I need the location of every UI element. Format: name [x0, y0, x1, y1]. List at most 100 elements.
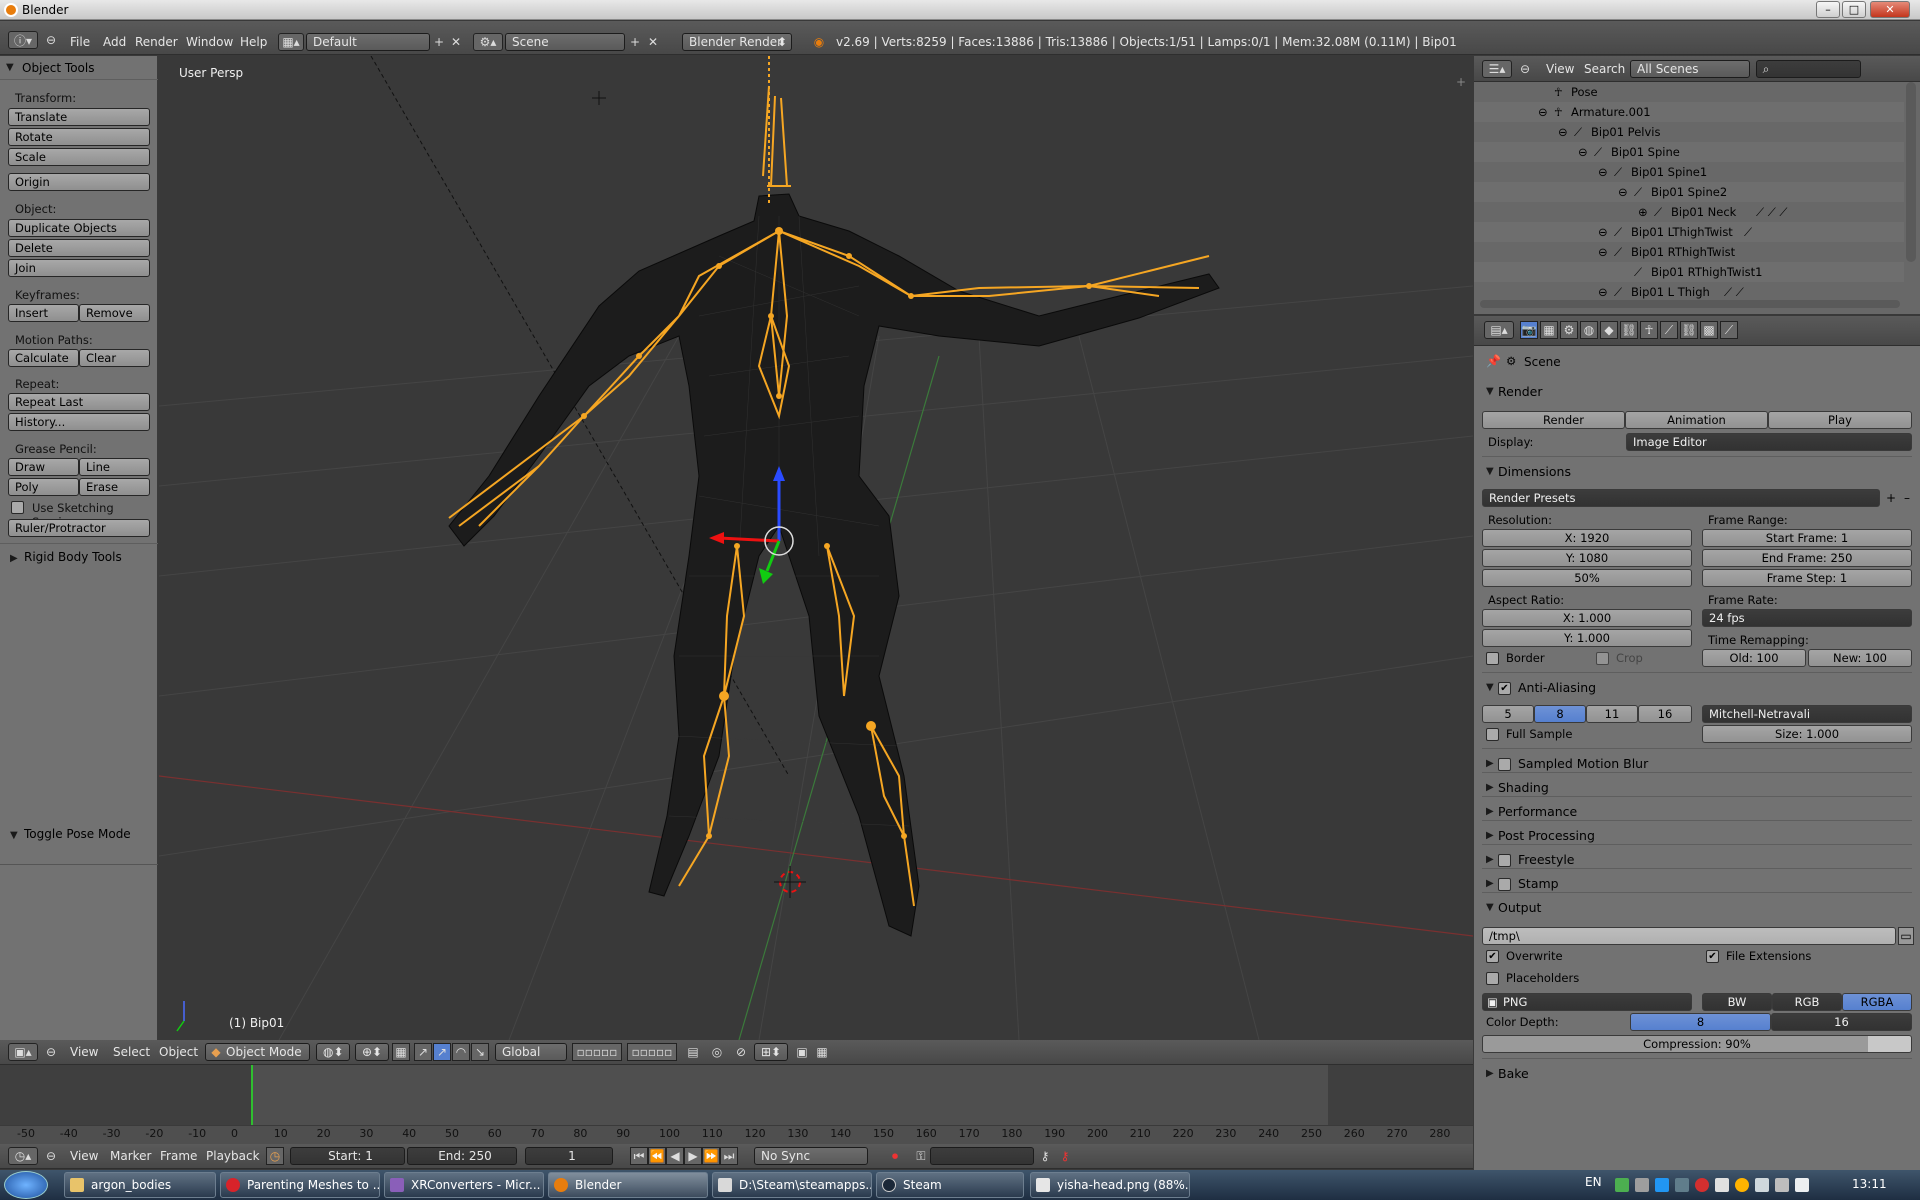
collapse-toggle-icon[interactable]: ⊖ — [1578, 145, 1588, 159]
freestyle-checkbox[interactable] — [1498, 854, 1511, 867]
bone-context-icon[interactable]: ⟋ — [1660, 321, 1678, 339]
calculate-button[interactable]: Calculate — [8, 349, 79, 367]
tray-tool-icon[interactable] — [1675, 1178, 1689, 1192]
collapse-menu-icon[interactable]: ⊖ — [44, 33, 58, 47]
jump-end-icon[interactable]: ⏭ — [720, 1147, 738, 1165]
expand-triangle-icon[interactable]: ▼ — [1486, 902, 1494, 913]
viewport-expand-icon[interactable]: + — [1455, 75, 1467, 89]
opengl-render-icon[interactable]: ▣ — [793, 1043, 811, 1061]
outliner-row[interactable]: ⊖ ⟋ Bip01 L Thigh ⟋ ⟋ — [1474, 282, 1904, 302]
dimensions-panel-header[interactable]: Dimensions — [1498, 464, 1571, 479]
editor-type-3d-icon[interactable]: ▣▴ — [8, 1043, 38, 1061]
render-engine-dropdown[interactable]: Blender Render ⬍ — [682, 33, 792, 51]
remove-scene-icon[interactable]: ✕ — [645, 33, 661, 51]
toggle-pose-mode-header[interactable]: Toggle Pose Mode — [24, 827, 131, 841]
placeholders-checkbox[interactable] — [1486, 972, 1499, 985]
editor-type-timeline-icon[interactable]: ◷▴ — [8, 1147, 38, 1165]
origin-button[interactable]: Origin — [8, 173, 150, 191]
outliner-row[interactable]: ⊖ ⟋ Bip01 Pelvis — [1474, 122, 1904, 142]
manipulator-toggle-icon[interactable]: ↗ — [414, 1043, 432, 1061]
expand-triangle-icon[interactable]: ▼ — [10, 830, 18, 841]
editor-type-outliner-icon[interactable]: ☰▴ — [1482, 60, 1512, 78]
keying-set-field[interactable] — [930, 1147, 1034, 1165]
menu-view[interactable]: View — [70, 1045, 98, 1059]
file-format-dropdown[interactable]: ▣ PNG — [1482, 993, 1692, 1011]
taskbar-item-steam[interactable]: Steam — [876, 1172, 1024, 1198]
collapsed-triangle-icon[interactable]: ▶ — [1486, 758, 1494, 769]
bake-header[interactable]: Bake — [1498, 1066, 1529, 1081]
collapsed-triangle-icon[interactable]: ▶ — [1486, 878, 1494, 889]
add-scene-icon[interactable]: + — [627, 33, 643, 51]
lock-layers-icon[interactable]: ▤ — [684, 1043, 702, 1061]
scale-button[interactable]: Scale — [8, 148, 150, 166]
menu-file[interactable]: File — [70, 35, 90, 49]
collapse-menu-icon[interactable]: ⊖ — [1518, 62, 1532, 76]
language-indicator[interactable]: EN — [1585, 1175, 1602, 1189]
compression-slider[interactable]: Compression: 90% — [1482, 1035, 1912, 1053]
remove-screen-icon[interactable]: ✕ — [448, 33, 464, 51]
crop-checkbox[interactable] — [1596, 652, 1609, 665]
taskbar-item-explorer[interactable]: D:\Steam\steamapps... — [712, 1172, 872, 1198]
start-button[interactable] — [4, 1171, 48, 1199]
screen-layout-field[interactable]: Default — [306, 33, 430, 51]
menu-select[interactable]: Select — [113, 1045, 150, 1059]
post-processing-header[interactable]: Post Processing — [1498, 828, 1595, 843]
resolution-x-field[interactable]: X: 1920 — [1482, 529, 1692, 547]
aspect-y-field[interactable]: Y: 1.000 — [1482, 629, 1692, 647]
scene-selector-icon[interactable]: ⚙▴ — [473, 33, 503, 51]
file-extensions-checkbox[interactable]: ✔ — [1706, 950, 1719, 963]
remove-preset-icon[interactable]: – — [1900, 489, 1914, 507]
collapse-toggle-icon[interactable]: ⊖ — [1598, 165, 1608, 179]
menu-render[interactable]: Render — [135, 35, 178, 49]
menu-frame[interactable]: Frame — [160, 1149, 197, 1163]
delete-keyframe-icon[interactable]: ⚷ — [1056, 1147, 1074, 1165]
outliner-row[interactable]: ⊖ ⟋ Bip01 Spine — [1474, 142, 1904, 162]
display-dropdown[interactable]: Image Editor — [1626, 433, 1912, 451]
ruler-button[interactable]: Ruler/Protractor — [8, 519, 150, 537]
constraints-icon[interactable]: ⛓ — [1620, 321, 1638, 339]
join-button[interactable]: Join — [8, 259, 150, 277]
outliner-row[interactable]: ⊖ ⟋ Bip01 Spine2 — [1474, 182, 1904, 202]
stamp-checkbox[interactable] — [1498, 878, 1511, 891]
remove-keyframe-button[interactable]: Remove — [79, 304, 150, 322]
frame-rate-dropdown[interactable]: 24 fps — [1702, 609, 1912, 627]
collapse-toggle-icon[interactable]: ⊖ — [1598, 225, 1608, 239]
tray-flag-icon[interactable] — [1715, 1178, 1729, 1192]
clear-button[interactable]: Clear — [79, 349, 150, 367]
menu-add[interactable]: Add — [103, 35, 126, 49]
collapse-toggle-icon[interactable]: ⊖ — [1538, 105, 1548, 119]
taskbar-item-opera[interactable]: Parenting Meshes to ... — [220, 1172, 380, 1198]
performance-header[interactable]: Performance — [1498, 804, 1577, 819]
next-keyframe-icon[interactable]: ⏩ — [702, 1147, 720, 1165]
time-remap-new-field[interactable]: New: 100 — [1808, 649, 1912, 667]
add-screen-icon[interactable]: + — [431, 33, 447, 51]
mode-dropdown[interactable]: ◆ Object Mode — [205, 1043, 310, 1061]
outliner-row[interactable]: ⟋ Bip01 RThighTwist1 — [1474, 262, 1904, 282]
physics-context-icon[interactable]: ⟋ — [1720, 321, 1738, 339]
menu-view[interactable]: View — [1546, 62, 1574, 76]
object-context-icon[interactable]: ◆ — [1600, 321, 1618, 339]
collapse-toggle-icon[interactable]: ⊖ — [1618, 185, 1628, 199]
rigid-body-tools-header[interactable]: Rigid Body Tools — [24, 550, 122, 564]
filter-size-field[interactable]: Size: 1.000 — [1702, 725, 1912, 743]
collapse-menu-icon[interactable]: ⊖ — [44, 1045, 58, 1059]
collapsed-triangle-icon[interactable]: ▶ — [1486, 1068, 1494, 1079]
screen-layout-icon[interactable]: ▦▴ — [278, 33, 304, 51]
collapsed-triangle-icon[interactable]: ▶ — [1486, 782, 1494, 793]
record-icon[interactable]: ⏺ — [886, 1147, 904, 1165]
sampled-motion-blur-header[interactable]: Sampled Motion Blur — [1518, 756, 1648, 771]
poly-button[interactable]: Poly — [8, 478, 79, 496]
anti-aliasing-panel-header[interactable]: Anti-Aliasing — [1518, 680, 1596, 695]
3d-viewport[interactable]: User Persp (1) Bip01 + — [159, 56, 1473, 1040]
taskbar-item-blender[interactable]: Blender — [548, 1172, 708, 1198]
draw-button[interactable]: Draw — [8, 458, 79, 476]
erase-button[interactable]: Erase — [79, 478, 150, 496]
world-context-icon[interactable]: ◍ — [1580, 321, 1598, 339]
outliner-row[interactable]: ⊖ ⟋ Bip01 Spine1 — [1474, 162, 1904, 182]
snap-element-dropdown[interactable]: ⊞⬍ — [754, 1043, 788, 1061]
close-button[interactable]: ✕ — [1870, 1, 1910, 18]
output-panel-header[interactable]: Output — [1498, 900, 1541, 915]
collapsed-triangle-icon[interactable]: ▶ — [10, 553, 18, 564]
translate-button[interactable]: Translate — [8, 108, 150, 126]
color-rgba-button[interactable]: RGBA — [1842, 993, 1912, 1011]
